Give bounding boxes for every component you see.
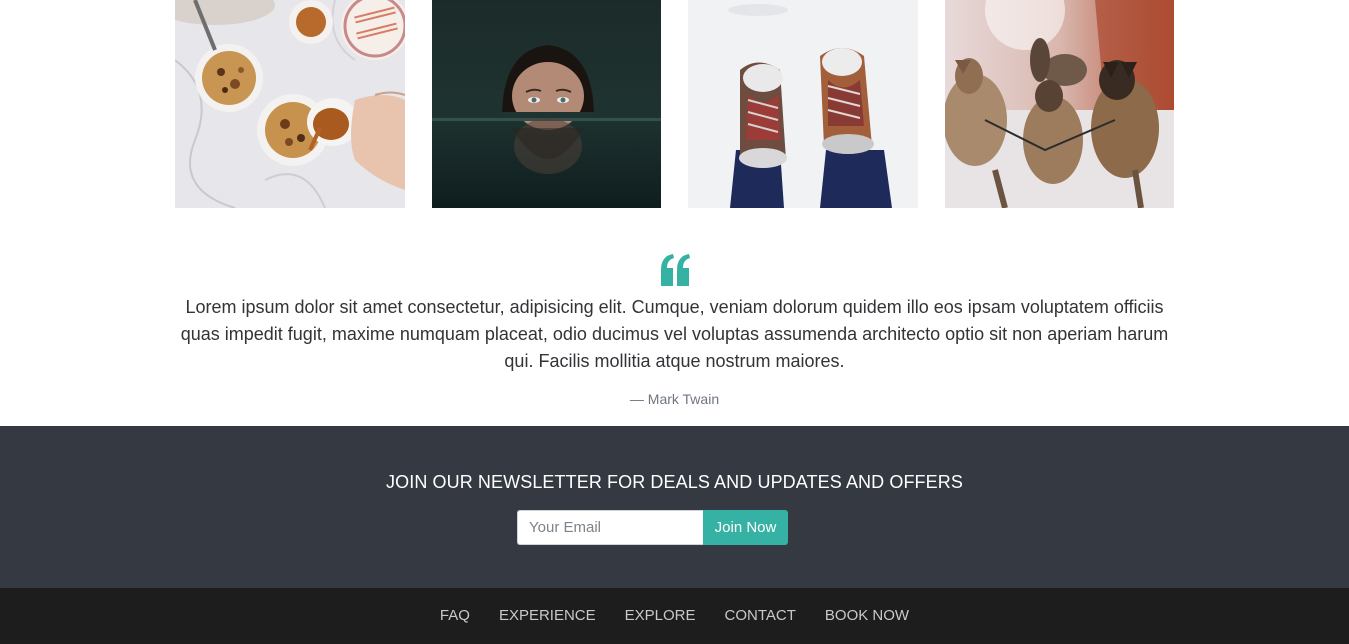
join-now-button[interactable]: Join Now	[703, 510, 788, 545]
gallery-photo-boots[interactable]	[688, 0, 918, 208]
testimonial-author: — Mark Twain	[629, 391, 720, 407]
quote-icon	[660, 254, 690, 286]
footer-link-faq[interactable]: FAQ	[440, 607, 470, 625]
newsletter-title: JOIN OUR NEWSLETTER FOR DEALS AND UPDATE…	[386, 472, 963, 492]
woman-in-water-photo	[432, 0, 661, 208]
footer-link-book-now[interactable]: BOOK NOW	[825, 607, 909, 625]
footer-link-contact[interactable]: CONTACT	[725, 607, 796, 625]
footer: FAQ EXPERIENCE EXPLORE CONTACT BOOK NOW	[0, 588, 1349, 644]
gallery-photo-water[interactable]	[432, 0, 661, 208]
footer-link-experience[interactable]: EXPERIENCE	[499, 607, 596, 625]
snow-boots-photo	[688, 0, 918, 208]
photo-gallery	[175, 0, 1174, 208]
newsletter-form: Join Now	[517, 510, 788, 545]
gallery-photo-oatmeal[interactable]	[175, 0, 405, 208]
email-input[interactable]	[517, 510, 704, 545]
testimonial-text: Lorem ipsum dolor sit amet consectetur, …	[180, 297, 1169, 371]
footer-link-explore[interactable]: EXPLORE	[625, 607, 696, 625]
testimonial-section: Lorem ipsum dolor sit amet consectetur, …	[0, 208, 1349, 426]
gallery-photo-sled-dogs[interactable]	[945, 0, 1174, 208]
oatmeal-bowls-photo	[175, 0, 405, 208]
sled-dogs-photo	[945, 0, 1174, 208]
footer-nav: FAQ EXPERIENCE EXPLORE CONTACT BOOK NOW	[0, 588, 1349, 644]
newsletter-section: JOIN OUR NEWSLETTER FOR DEALS AND UPDATE…	[0, 426, 1349, 588]
